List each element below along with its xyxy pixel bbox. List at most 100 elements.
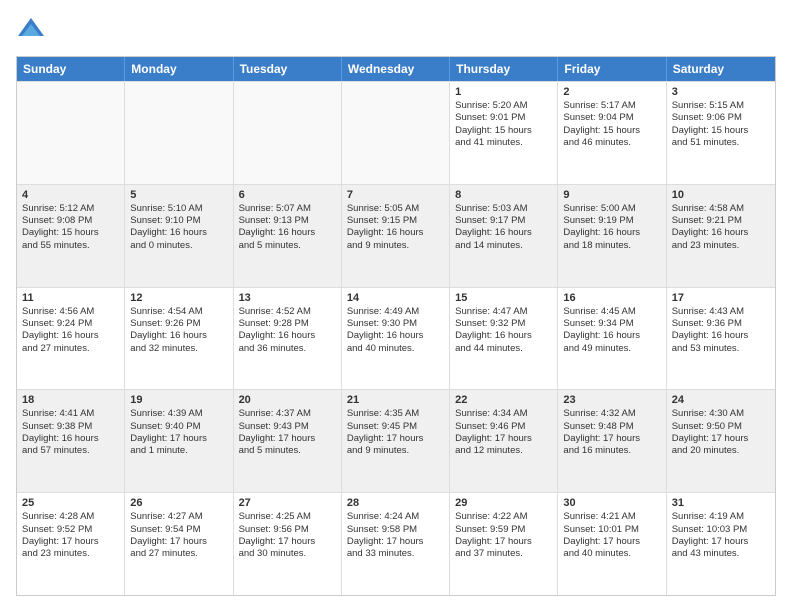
cell-line: Sunrise: 4:30 AM bbox=[672, 408, 770, 420]
header-day-wednesday: Wednesday bbox=[342, 57, 450, 81]
week-row-1: 1Sunrise: 5:20 AMSunset: 9:01 PMDaylight… bbox=[17, 81, 775, 184]
day-number: 20 bbox=[239, 394, 336, 406]
cell-line: and 23 minutes. bbox=[22, 548, 119, 560]
cal-cell-10: 10Sunrise: 4:58 AMSunset: 9:21 PMDayligh… bbox=[667, 185, 775, 287]
cell-line: Sunrise: 4:28 AM bbox=[22, 511, 119, 523]
header-day-monday: Monday bbox=[125, 57, 233, 81]
day-number: 22 bbox=[455, 394, 552, 406]
cell-line: Sunset: 9:58 PM bbox=[347, 524, 444, 536]
cal-cell-3: 3Sunrise: 5:15 AMSunset: 9:06 PMDaylight… bbox=[667, 82, 775, 184]
day-number: 5 bbox=[130, 189, 227, 201]
cell-line: Sunrise: 4:19 AM bbox=[672, 511, 770, 523]
page: SundayMondayTuesdayWednesdayThursdayFrid… bbox=[0, 0, 792, 612]
cell-line: Sunset: 9:15 PM bbox=[347, 215, 444, 227]
cell-line: Sunrise: 4:24 AM bbox=[347, 511, 444, 523]
cell-line: Sunset: 9:10 PM bbox=[130, 215, 227, 227]
cell-line: Sunrise: 4:37 AM bbox=[239, 408, 336, 420]
cell-line: and 9 minutes. bbox=[347, 445, 444, 457]
cell-line: Sunrise: 4:39 AM bbox=[130, 408, 227, 420]
cell-line: Sunset: 9:08 PM bbox=[22, 215, 119, 227]
cell-line: Sunrise: 4:49 AM bbox=[347, 306, 444, 318]
day-number: 9 bbox=[563, 189, 660, 201]
cell-line: Daylight: 16 hours bbox=[455, 330, 552, 342]
calendar-body: 1Sunrise: 5:20 AMSunset: 9:01 PMDaylight… bbox=[17, 81, 775, 595]
cell-line: Daylight: 17 hours bbox=[130, 536, 227, 548]
cell-line: and 51 minutes. bbox=[672, 137, 770, 149]
cell-line: and 49 minutes. bbox=[563, 343, 660, 355]
cell-line: and 16 minutes. bbox=[563, 445, 660, 457]
cell-line: Sunrise: 4:56 AM bbox=[22, 306, 119, 318]
cal-cell-empty-0 bbox=[17, 82, 125, 184]
day-number: 25 bbox=[22, 497, 119, 509]
cell-line: Sunset: 9:50 PM bbox=[672, 421, 770, 433]
cell-line: and 55 minutes. bbox=[22, 240, 119, 252]
cell-line: Sunrise: 4:54 AM bbox=[130, 306, 227, 318]
cell-line: Daylight: 17 hours bbox=[347, 536, 444, 548]
cell-line: Sunset: 9:34 PM bbox=[563, 318, 660, 330]
cell-line: Daylight: 17 hours bbox=[455, 536, 552, 548]
cell-line: Sunrise: 4:58 AM bbox=[672, 203, 770, 215]
header-day-sunday: Sunday bbox=[17, 57, 125, 81]
day-number: 21 bbox=[347, 394, 444, 406]
cell-line: Sunrise: 5:05 AM bbox=[347, 203, 444, 215]
cell-line: Sunset: 9:19 PM bbox=[563, 215, 660, 227]
cell-line: Sunset: 9:46 PM bbox=[455, 421, 552, 433]
day-number: 11 bbox=[22, 292, 119, 304]
cell-line: Sunset: 10:03 PM bbox=[672, 524, 770, 536]
day-number: 27 bbox=[239, 497, 336, 509]
cell-line: Sunset: 9:45 PM bbox=[347, 421, 444, 433]
header-day-friday: Friday bbox=[558, 57, 666, 81]
day-number: 18 bbox=[22, 394, 119, 406]
cell-line: Sunrise: 4:32 AM bbox=[563, 408, 660, 420]
day-number: 19 bbox=[130, 394, 227, 406]
cal-cell-empty-2 bbox=[234, 82, 342, 184]
cell-line: Daylight: 16 hours bbox=[347, 330, 444, 342]
cell-line: Sunrise: 5:03 AM bbox=[455, 203, 552, 215]
cell-line: Daylight: 16 hours bbox=[347, 227, 444, 239]
cell-line: Sunset: 9:56 PM bbox=[239, 524, 336, 536]
cell-line: and 12 minutes. bbox=[455, 445, 552, 457]
cell-line: Daylight: 16 hours bbox=[672, 227, 770, 239]
cell-line: Sunrise: 4:45 AM bbox=[563, 306, 660, 318]
cell-line: and 53 minutes. bbox=[672, 343, 770, 355]
cell-line: Daylight: 16 hours bbox=[672, 330, 770, 342]
cal-cell-20: 20Sunrise: 4:37 AMSunset: 9:43 PMDayligh… bbox=[234, 390, 342, 492]
cal-cell-6: 6Sunrise: 5:07 AMSunset: 9:13 PMDaylight… bbox=[234, 185, 342, 287]
cal-cell-9: 9Sunrise: 5:00 AMSunset: 9:19 PMDaylight… bbox=[558, 185, 666, 287]
cal-cell-19: 19Sunrise: 4:39 AMSunset: 9:40 PMDayligh… bbox=[125, 390, 233, 492]
cell-line: Daylight: 16 hours bbox=[130, 330, 227, 342]
cell-line: Sunrise: 5:20 AM bbox=[455, 100, 552, 112]
cell-line: and 20 minutes. bbox=[672, 445, 770, 457]
cell-line: Daylight: 17 hours bbox=[563, 536, 660, 548]
cell-line: and 43 minutes. bbox=[672, 548, 770, 560]
day-number: 14 bbox=[347, 292, 444, 304]
cal-cell-4: 4Sunrise: 5:12 AMSunset: 9:08 PMDaylight… bbox=[17, 185, 125, 287]
cell-line: and 57 minutes. bbox=[22, 445, 119, 457]
cal-cell-13: 13Sunrise: 4:52 AMSunset: 9:28 PMDayligh… bbox=[234, 288, 342, 390]
cell-line: and 30 minutes. bbox=[239, 548, 336, 560]
cal-cell-21: 21Sunrise: 4:35 AMSunset: 9:45 PMDayligh… bbox=[342, 390, 450, 492]
cal-cell-8: 8Sunrise: 5:03 AMSunset: 9:17 PMDaylight… bbox=[450, 185, 558, 287]
cell-line: and 40 minutes. bbox=[563, 548, 660, 560]
cell-line: Sunrise: 4:34 AM bbox=[455, 408, 552, 420]
cell-line: Sunset: 9:59 PM bbox=[455, 524, 552, 536]
cell-line: Daylight: 16 hours bbox=[130, 227, 227, 239]
cell-line: and 5 minutes. bbox=[239, 240, 336, 252]
day-number: 31 bbox=[672, 497, 770, 509]
week-row-4: 18Sunrise: 4:41 AMSunset: 9:38 PMDayligh… bbox=[17, 389, 775, 492]
day-number: 26 bbox=[130, 497, 227, 509]
cell-line: and 14 minutes. bbox=[455, 240, 552, 252]
cell-line: and 5 minutes. bbox=[239, 445, 336, 457]
cal-cell-28: 28 Sunrise: 4:24 AMSunset: 9:58 PMDayligh… bbox=[342, 493, 450, 595]
cell-line: and 41 minutes. bbox=[455, 137, 552, 149]
cal-cell-2: 2Sunrise: 5:17 AMSunset: 9:04 PMDaylight… bbox=[558, 82, 666, 184]
cell-line: and 33 minutes. bbox=[347, 548, 444, 560]
day-number: 28 bbox=[347, 497, 444, 509]
cell-line: Daylight: 16 hours bbox=[239, 227, 336, 239]
cell-line: Sunset: 9:48 PM bbox=[563, 421, 660, 433]
day-number: 24 bbox=[672, 394, 770, 406]
day-number: 16 bbox=[563, 292, 660, 304]
cell-line: Sunrise: 4:22 AM bbox=[455, 511, 552, 523]
cell-line: Daylight: 17 hours bbox=[239, 433, 336, 445]
cal-cell-11: 11Sunrise: 4:56 AMSunset: 9:24 PMDayligh… bbox=[17, 288, 125, 390]
